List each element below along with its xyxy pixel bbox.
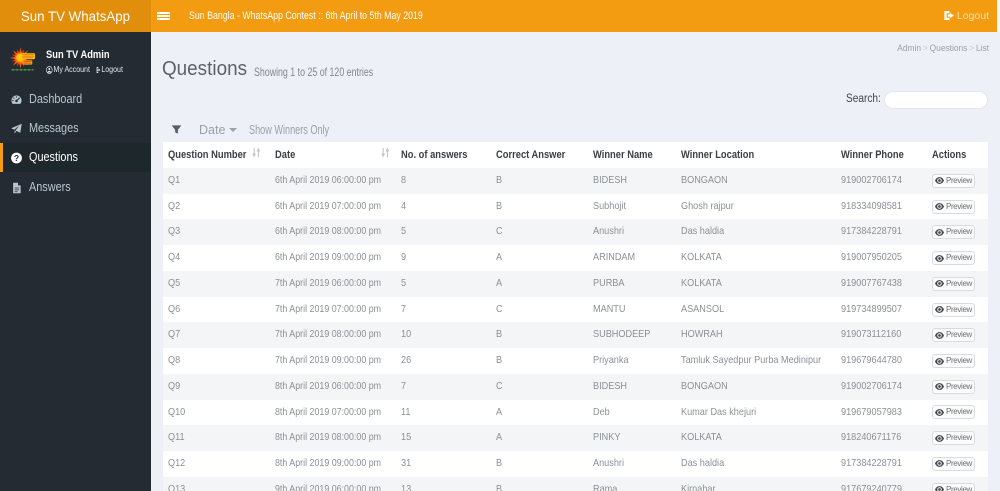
svg-text:?: ?	[14, 153, 19, 163]
